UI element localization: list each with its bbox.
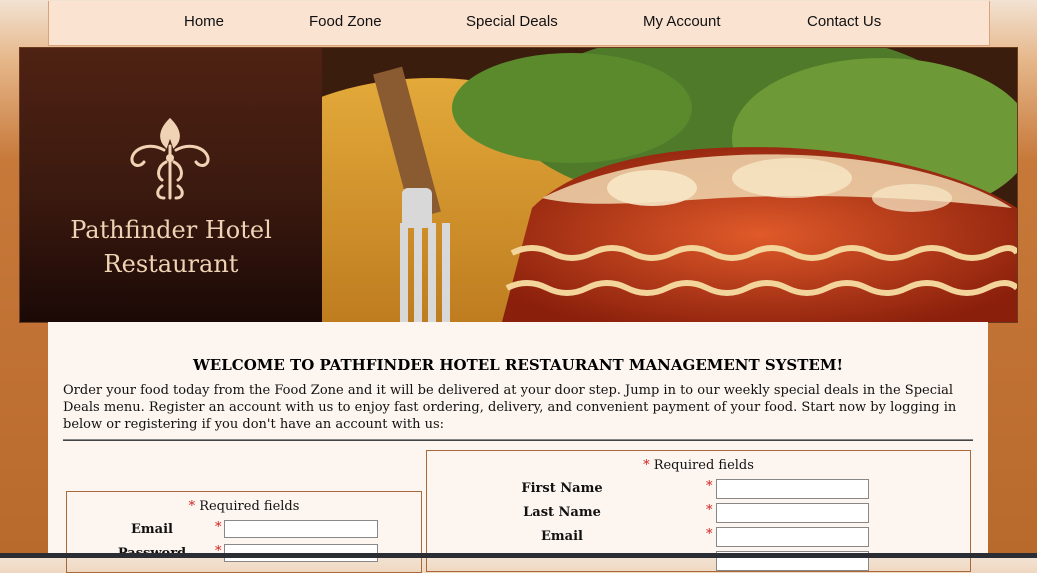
login-email-input[interactable] xyxy=(224,520,378,538)
lasagna-photo xyxy=(322,48,1017,322)
top-nav-bar: Home Food Zone Special Deals My Account … xyxy=(48,1,990,46)
restaurant-name-line1: Pathfinder Hotel xyxy=(70,216,272,244)
window-bottom-edge xyxy=(0,553,1037,558)
restaurant-name: Pathfinder Hotel Restaurant xyxy=(20,213,322,281)
nav-contact-us-link[interactable]: Contact Us xyxy=(807,13,881,30)
restaurant-name-line2: Restaurant xyxy=(103,250,239,278)
required-star: * xyxy=(643,458,650,473)
nav-my-account-link[interactable]: My Account xyxy=(643,13,721,30)
main-content: WELCOME TO PATHFINDER HOTEL RESTAURANT M… xyxy=(48,322,988,573)
intro-paragraph: Order your food today from the Food Zone… xyxy=(63,383,957,432)
register-email-input[interactable] xyxy=(716,527,869,547)
fleur-ornament-icon xyxy=(130,117,210,200)
required-star: * xyxy=(188,499,196,514)
nav-food-zone-link[interactable]: Food Zone xyxy=(309,13,382,30)
login-required-note: * Required fields xyxy=(67,499,421,514)
page-title: WELCOME TO PATHFINDER HOTEL RESTAURANT M… xyxy=(192,356,844,374)
divider xyxy=(63,439,973,441)
required-star: * xyxy=(706,479,713,494)
last-name-label: Last Name xyxy=(523,505,601,520)
required-star: * xyxy=(215,520,222,535)
first-name-label: First Name xyxy=(521,481,603,496)
nav-home-link[interactable]: Home xyxy=(184,13,224,30)
header-banner: Pathfinder Hotel Restaurant xyxy=(19,47,1018,323)
login-email-label: Email xyxy=(131,522,173,537)
register-email-label: Email xyxy=(541,529,583,544)
required-note-text: Required fields xyxy=(653,458,754,473)
register-required-note: * Required fields xyxy=(427,458,970,473)
first-name-input[interactable] xyxy=(716,479,869,499)
logo-panel: Pathfinder Hotel Restaurant xyxy=(20,48,322,322)
required-note-text: Required fields xyxy=(199,499,300,514)
nav-special-deals-link[interactable]: Special Deals xyxy=(466,13,558,30)
login-form: * Required fields Email * Password * xyxy=(66,491,422,573)
last-name-input[interactable] xyxy=(716,503,869,523)
lasagna-illustration xyxy=(322,48,1017,322)
required-star: * xyxy=(706,527,713,542)
required-star: * xyxy=(706,503,713,518)
